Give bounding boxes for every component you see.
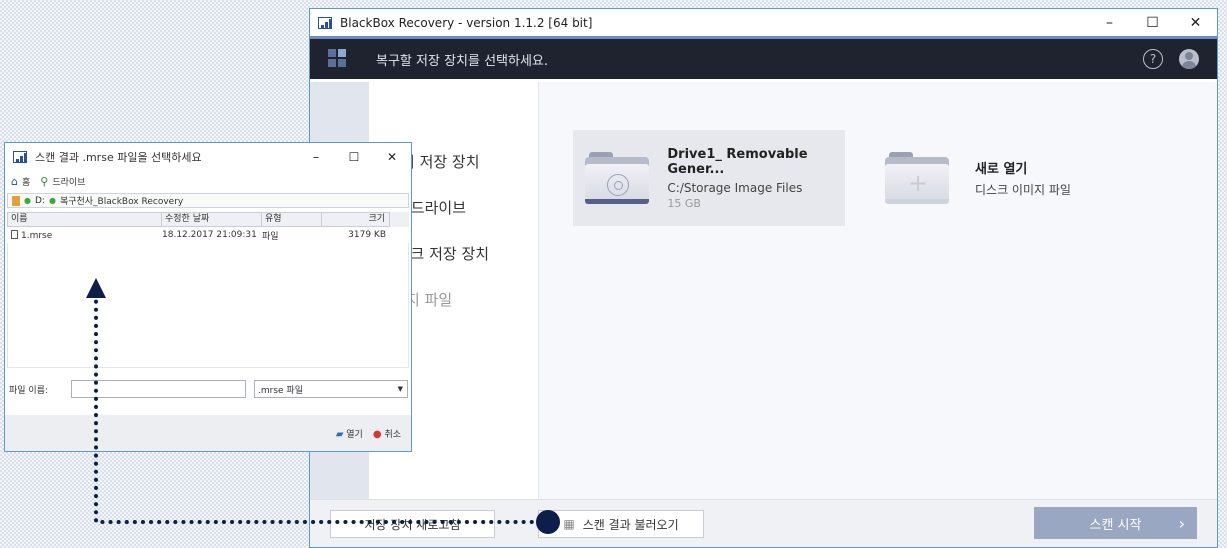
dialog-maximize-button[interactable]: ☐ xyxy=(335,143,373,171)
dot-icon: ● xyxy=(48,196,56,205)
close-button[interactable]: ✕ xyxy=(1174,9,1217,36)
folder-icon xyxy=(12,195,20,206)
main-window: BlackBox Recovery - version 1.1.2 [64 bi… xyxy=(309,8,1218,548)
dialog-toolbar: ⌂ 홈 ⚲ 드라이브 xyxy=(5,171,411,191)
filetype-value: .mrse 파일 xyxy=(258,385,303,396)
breadcrumb[interactable]: ● D: ● 복구천사_BlackBox Recovery xyxy=(7,193,409,208)
refresh-label: 저장 장치 새로고침 xyxy=(364,517,461,532)
table-header: 이름 수정한 날짜 유형 크기 xyxy=(7,212,409,227)
column-name[interactable]: 이름 xyxy=(7,212,162,227)
open-folder-icon: ▰ xyxy=(335,428,344,440)
refresh-devices-button[interactable]: 저장 장치 새로고침 xyxy=(330,510,495,538)
app-header: 복구할 저장 장치를 선택하세요. ? xyxy=(310,36,1217,79)
column-size[interactable]: 크기 xyxy=(322,212,390,227)
table-row[interactable]: 1.mrse 18.12.2017 21:09:31 파일 3179 KB xyxy=(7,227,409,243)
help-icon[interactable]: ? xyxy=(1143,49,1163,69)
file-name: 1.mrse xyxy=(21,230,53,241)
chevron-down-icon: ▼ xyxy=(397,385,403,393)
chevron-right-icon: › xyxy=(1178,513,1185,533)
maximize-button[interactable]: ☐ xyxy=(1131,9,1174,36)
minimize-button[interactable]: – xyxy=(1088,9,1131,36)
drive-size: 15 GB xyxy=(667,196,701,210)
dialog-minimize-button[interactable]: – xyxy=(297,143,335,171)
dialog-title: 스캔 결과 .mrse 파일을 선택하세요 xyxy=(35,151,202,164)
new-open-title: 새로 열기 xyxy=(975,162,1028,177)
drive-folder-icon xyxy=(585,152,649,204)
home-icon[interactable]: ⌂ xyxy=(11,175,18,188)
path-folder[interactable]: 복구천사_BlackBox Recovery xyxy=(60,194,183,207)
drive-subtitle: C:/Storage Image Files xyxy=(667,180,803,195)
main-titlebar: BlackBox Recovery - version 1.1.2 [64 bi… xyxy=(310,9,1217,36)
add-folder-icon: + xyxy=(885,152,949,204)
filename-input[interactable] xyxy=(71,380,246,398)
drive-link[interactable]: 드라이브 xyxy=(52,175,85,188)
cancel-icon: ● xyxy=(372,428,382,440)
open-button[interactable]: ▰ 열기 xyxy=(336,427,363,440)
new-open-subtitle: 디스크 이미지 파일 xyxy=(975,183,1071,197)
filename-row: 파일 이름: .mrse 파일 ▼ xyxy=(5,379,411,399)
column-type[interactable]: 유형 xyxy=(262,212,322,227)
grid-menu-icon[interactable] xyxy=(328,49,348,69)
app-icon xyxy=(318,16,334,30)
main-footer: 저장 장치 새로고침 ▦ 스캔 결과 불러오기 스캔 시작 › xyxy=(310,499,1217,547)
file-type: 파일 xyxy=(262,231,279,242)
path-drive[interactable]: D: xyxy=(35,196,45,206)
file-date: 18.12.2017 21:09:31 xyxy=(162,230,257,240)
open-label: 열기 xyxy=(346,429,363,440)
home-link[interactable]: 홈 xyxy=(22,175,30,188)
open-file-dialog: 스캔 결과 .mrse 파일을 선택하세요 – ☐ ✕ ⌂ 홈 ⚲ 드라이브 ●… xyxy=(4,142,412,452)
avatar-icon[interactable] xyxy=(1179,49,1199,69)
file-list-area[interactable] xyxy=(7,243,409,368)
window-title: BlackBox Recovery - version 1.1.2 [64 bi… xyxy=(340,15,593,30)
load-scan-label: 스캔 결과 불러오기 xyxy=(582,517,679,532)
filetype-select[interactable]: .mrse 파일 ▼ xyxy=(254,380,408,398)
start-scan-label: 스캔 시작 xyxy=(1089,517,1142,533)
page-title: 복구할 저장 장치를 선택하세요. xyxy=(376,53,549,69)
start-scan-button[interactable]: 스캔 시작 › xyxy=(1034,507,1197,539)
device-content: Drive1_ Removable Gener... C:/Storage Im… xyxy=(539,82,1217,499)
dot-icon: ● xyxy=(24,196,31,205)
file-size: 3179 KB xyxy=(348,230,386,240)
filename-label: 파일 이름: xyxy=(9,385,49,396)
dialog-app-icon xyxy=(13,150,29,164)
main-body: 리 저장 장치 | 드라이브 ∴크 저장 장치 |지 파일 Drive1_ Re… xyxy=(310,82,1217,499)
file-icon xyxy=(11,229,18,239)
dialog-actions: ▰ 열기 ● 취소 xyxy=(5,415,411,451)
load-scan-icon: ▦ xyxy=(563,517,575,531)
file-table: 이름 수정한 날짜 유형 크기 1.mrse 18.12.2017 21:09:… xyxy=(7,212,409,243)
cancel-button[interactable]: ● 취소 xyxy=(373,427,401,440)
drive-card[interactable]: Drive1_ Removable Gener... C:/Storage Im… xyxy=(573,130,845,226)
dialog-close-button[interactable]: ✕ xyxy=(373,143,411,171)
drive-title: Drive1_ Removable Gener... xyxy=(667,146,808,177)
load-scan-results-button[interactable]: ▦ 스캔 결과 불러오기 xyxy=(538,510,704,538)
cancel-label: 취소 xyxy=(384,429,401,440)
new-open-card[interactable]: + 새로 열기 디스크 이미지 파일 xyxy=(873,130,1133,226)
dialog-titlebar: 스캔 결과 .mrse 파일을 선택하세요 – ☐ ✕ xyxy=(5,143,411,171)
column-date[interactable]: 수정한 날짜 xyxy=(162,212,262,227)
network-icon[interactable]: ⚲ xyxy=(40,175,48,188)
